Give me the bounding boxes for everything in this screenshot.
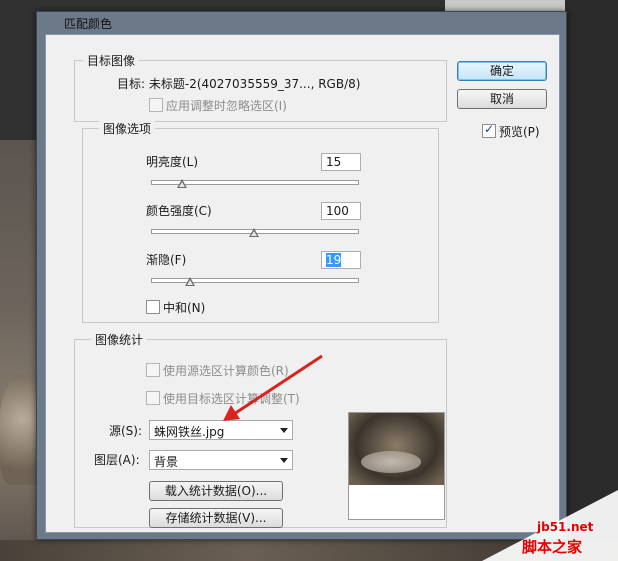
watermark-site: jb51.net <box>537 520 594 534</box>
watermark-name: 脚本之家 <box>522 538 583 556</box>
arrow-shaft <box>233 354 323 416</box>
annotation-arrow <box>223 354 323 421</box>
